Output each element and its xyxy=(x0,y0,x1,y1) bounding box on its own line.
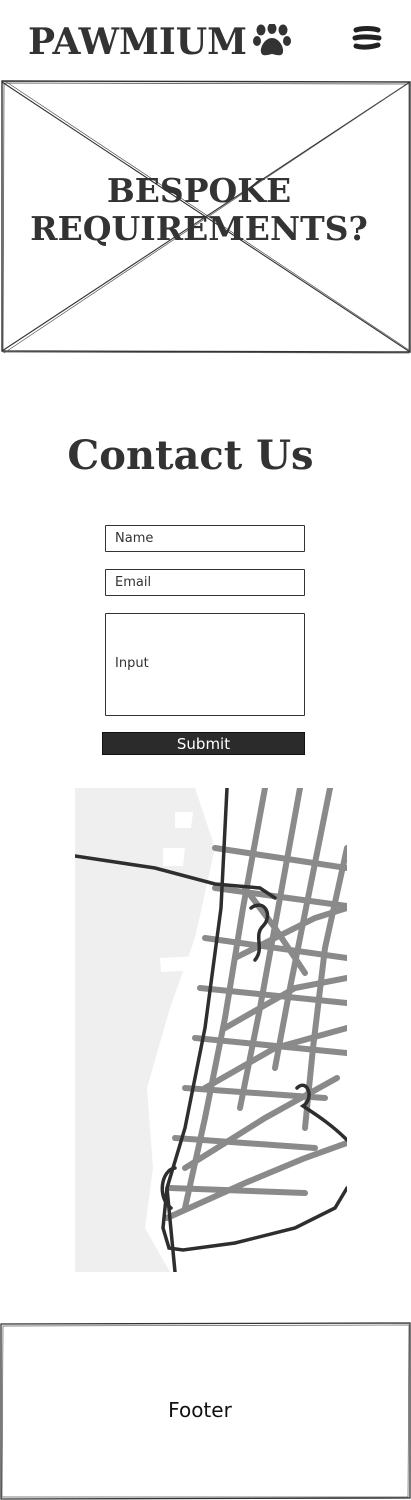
site-header: PAWMIUM xyxy=(0,0,411,80)
brand-name: PAWMIUM xyxy=(28,21,247,63)
name-field[interactable] xyxy=(105,525,305,552)
hero-title-line-2: REQUIREMENTS? xyxy=(30,209,368,248)
map-graphic xyxy=(75,788,347,1272)
message-field[interactable] xyxy=(105,613,305,716)
brand-logo[interactable]: PAWMIUM xyxy=(28,18,291,66)
hero-title-line-1: BESPOKE xyxy=(106,171,292,210)
footer-label: Footer xyxy=(168,1398,232,1422)
contact-title: Contact Us xyxy=(67,432,314,479)
submit-button[interactable]: Submit xyxy=(102,732,305,755)
site-footer: Footer xyxy=(0,1322,411,1500)
hero-title: BESPOKE REQUIREMENTS? xyxy=(0,172,398,248)
email-field[interactable] xyxy=(105,569,305,596)
hamburger-menu-icon[interactable] xyxy=(352,26,382,52)
paw-icon xyxy=(252,24,291,56)
map-image[interactable] xyxy=(75,788,347,1272)
hero-banner: BESPOKE REQUIREMENTS? xyxy=(0,80,411,354)
